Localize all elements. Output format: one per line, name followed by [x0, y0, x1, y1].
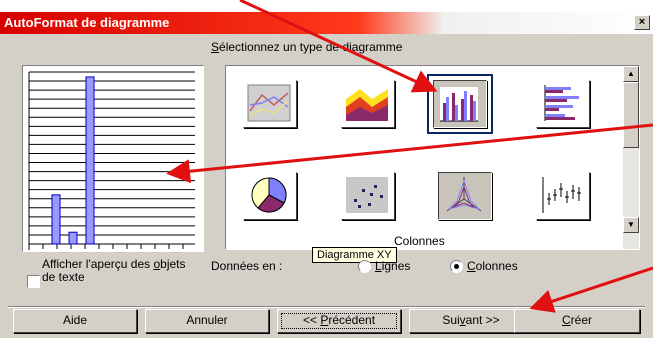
previous-button[interactable]: << Précédent [277, 309, 401, 333]
finish-button[interactable]: Créer [514, 309, 640, 333]
scroll-thumb[interactable] [623, 82, 639, 148]
tile-column-chart[interactable] [427, 74, 493, 134]
chart-preview [22, 65, 204, 252]
preview-bar [85, 76, 95, 245]
title-bar[interactable]: AutoFormat de diagramme × [0, 12, 653, 34]
button-separator [8, 306, 645, 308]
radar-chart-icon [446, 177, 482, 212]
pie-chart-icon [251, 177, 287, 213]
radio-rows-label[interactable]: Lignes [375, 259, 410, 273]
area-chart-icon [346, 89, 388, 121]
radio-rows[interactable] [358, 260, 371, 273]
autoformat-dialog: AutoFormat de diagramme × Sélectionnez u… [0, 12, 653, 338]
column-chart-icon [440, 87, 478, 122]
tile-line-chart[interactable] [241, 78, 299, 130]
tile-xy-scatter-chart[interactable] [339, 170, 397, 222]
chart-type-gallery[interactable]: ▲ ▼ [225, 65, 640, 250]
bar-chart-icon [544, 85, 579, 121]
close-button[interactable]: × [634, 15, 650, 30]
tile-stock-chart[interactable] [534, 170, 592, 222]
radio-columns-label[interactable]: Colonnes [467, 259, 518, 273]
xy-scatter-chart-icon [346, 177, 388, 213]
preview-bar [51, 194, 61, 245]
data-series-label: Données en : [211, 259, 283, 273]
scroll-down-icon[interactable]: ▼ [623, 217, 639, 233]
gallery-heading: Sélectionnez un type de diagramme [211, 40, 403, 54]
preview-chart [28, 71, 195, 250]
scroll-up-icon[interactable]: ▲ [623, 66, 639, 82]
preview-bar [68, 231, 78, 245]
stock-chart-icon [542, 177, 581, 213]
gallery-type-label: Colonnes [394, 234, 445, 248]
show-text-objects-label[interactable]: Afficher l'aperçu des objets de texte [42, 258, 186, 284]
gallery-scrollbar[interactable]: ▲ ▼ [623, 66, 639, 249]
radio-columns[interactable] [450, 260, 463, 273]
tile-pie-chart[interactable] [241, 170, 299, 222]
window-title: AutoFormat de diagramme [4, 15, 170, 30]
preview-bars [51, 76, 95, 245]
show-text-objects-checkbox[interactable] [27, 275, 40, 288]
tile-bar-chart[interactable] [534, 78, 592, 130]
tile-radar-chart[interactable] [436, 170, 494, 222]
tile-area-chart[interactable] [339, 78, 397, 130]
line-chart-icon [247, 84, 291, 122]
cancel-button[interactable]: Annuler [145, 309, 269, 333]
help-button[interactable]: Aide [13, 309, 137, 333]
